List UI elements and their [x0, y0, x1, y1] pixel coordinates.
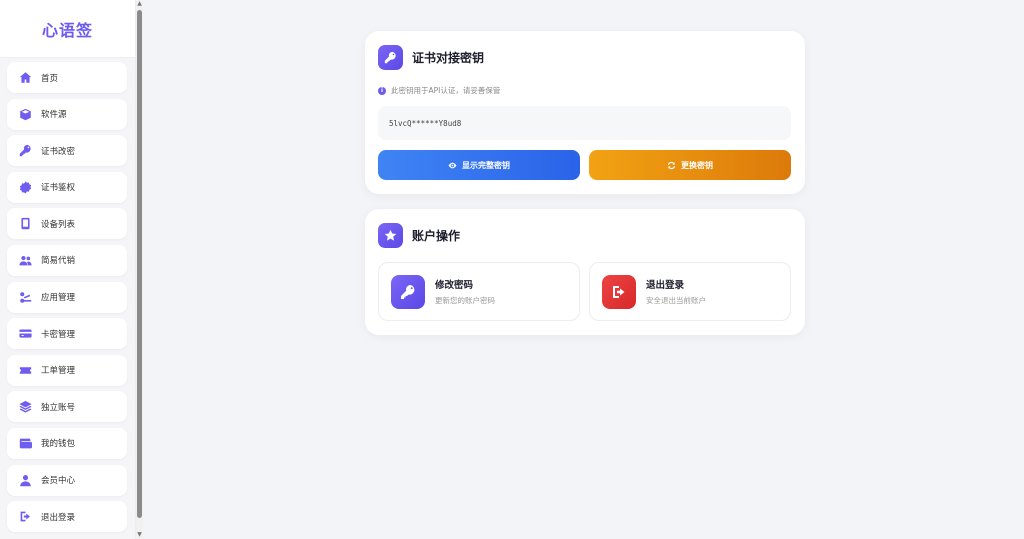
- key-value: 5lvcQ******Y8ud8: [389, 118, 462, 128]
- sidebar-item-label: 独立账号: [41, 402, 76, 413]
- change-key-label: 更换密钥: [681, 160, 713, 170]
- brand-header: 心语签: [0, 0, 135, 58]
- sidebar-item-wallet[interactable]: 我的钱包: [7, 427, 127, 459]
- users-icon: [18, 253, 32, 267]
- star-icon: [378, 223, 403, 248]
- sidebar-item-independent-account[interactable]: 独立账号: [7, 391, 127, 423]
- sidebar-item-label: 工单管理: [41, 366, 76, 377]
- sidebar-item-label: 简易代销: [41, 256, 76, 267]
- box-icon: [18, 107, 32, 121]
- sidebar-item-label: 我的钱包: [41, 439, 76, 450]
- badge-icon: [18, 180, 32, 194]
- logout-title: 退出登录: [646, 280, 685, 291]
- key-icon: [391, 274, 425, 309]
- sidebar-item-devices[interactable]: 设备列表: [7, 208, 127, 240]
- logout-subtitle: 安全退出当前账户: [646, 296, 706, 305]
- card-header: 账户操作: [378, 223, 460, 248]
- card-header: 证书对接密钥: [378, 45, 484, 70]
- card-icon: [18, 327, 32, 341]
- scroll-down-arrow-icon[interactable]: ▼: [136, 531, 143, 539]
- key-display[interactable]: 5lvcQ******Y8ud8: [378, 106, 791, 140]
- account-actions-card: 账户操作 修改密码 更新您的账户密码 退出登录 安全退出当前账户: [365, 209, 805, 335]
- logout-icon: [602, 274, 636, 309]
- mobile-icon: [18, 217, 32, 231]
- sidebar-item-home[interactable]: 首页: [7, 62, 127, 93]
- logout-icon: [18, 510, 32, 524]
- info-icon: i: [378, 86, 386, 95]
- sidebar-menu: 首页 软件源 证书改密 证书鉴权 设备列表 简易代销 应用管理 卡密管理 工单管…: [0, 58, 135, 533]
- scroll-thumb[interactable]: [137, 10, 142, 518]
- card-title: 账户操作: [412, 229, 461, 243]
- key-hint: i 此密钥用于API认证，请妥善保管: [378, 85, 500, 96]
- logout-action[interactable]: 退出登录 安全退出当前账户: [589, 262, 791, 321]
- sidebar-item-cert-auth[interactable]: 证书鉴权: [7, 171, 127, 203]
- key-icon: [378, 45, 403, 70]
- hint-text: 此密钥用于API认证，请妥善保管: [391, 86, 501, 95]
- app-manage-icon: [18, 290, 32, 304]
- sidebar-item-label: 证书鉴权: [41, 183, 76, 194]
- cert-key-card: 证书对接密钥 i 此密钥用于API认证，请妥善保管 5lvcQ******Y8u…: [365, 31, 805, 194]
- sidebar-item-card-manage[interactable]: 卡密管理: [7, 318, 127, 350]
- sidebar-item-software-source[interactable]: 软件源: [7, 98, 127, 130]
- wallet-icon: [18, 436, 32, 450]
- sidebar-item-app-manage[interactable]: 应用管理: [7, 281, 127, 313]
- sidebar-item-resale[interactable]: 简易代销: [7, 244, 127, 276]
- sidebar: 心语签 首页 软件源 证书改密 证书鉴权 设备列表 简易代销 应用管理 卡密管理…: [0, 0, 136, 539]
- sidebar-item-member-center[interactable]: 会员中心: [7, 464, 127, 496]
- sidebar-item-label: 软件源: [41, 110, 67, 121]
- sidebar-item-label: 应用管理: [41, 293, 76, 304]
- home-icon: [18, 71, 32, 85]
- show-full-key-button[interactable]: 显示完整密钥: [378, 150, 580, 180]
- user-icon: [18, 473, 32, 487]
- sidebar-item-label: 证书改密: [41, 146, 76, 157]
- sidebar-item-logout[interactable]: 退出登录: [7, 501, 127, 533]
- sidebar-item-label: 卡密管理: [41, 329, 76, 340]
- sidebar-item-cert-password[interactable]: 证书改密: [7, 135, 127, 167]
- show-full-key-label: 显示完整密钥: [462, 160, 510, 170]
- change-password-title: 修改密码: [435, 280, 474, 291]
- refresh-icon: [667, 161, 676, 169]
- sidebar-item-label: 首页: [41, 73, 59, 84]
- eye-icon: [448, 162, 457, 168]
- scroll-up-arrow-icon[interactable]: ▲: [136, 0, 143, 8]
- sidebar-item-label: 会员中心: [41, 476, 76, 487]
- change-password-action[interactable]: 修改密码 更新您的账户密码: [378, 262, 580, 321]
- sidebar-scrollbar[interactable]: ▲ ▼: [136, 0, 143, 539]
- card-title: 证书对接密钥: [412, 51, 485, 65]
- sidebar-item-label: 设备列表: [41, 219, 76, 230]
- ticket-icon: [18, 363, 32, 377]
- key-icon: [18, 144, 32, 158]
- change-password-subtitle: 更新您的账户密码: [435, 296, 495, 305]
- sidebar-item-label: 退出登录: [41, 512, 76, 523]
- brand-logo-text[interactable]: 心语签: [42, 17, 93, 41]
- sidebar-item-ticket-manage[interactable]: 工单管理: [7, 354, 127, 386]
- change-key-button[interactable]: 更换密钥: [589, 150, 791, 180]
- layers-icon: [18, 400, 32, 414]
